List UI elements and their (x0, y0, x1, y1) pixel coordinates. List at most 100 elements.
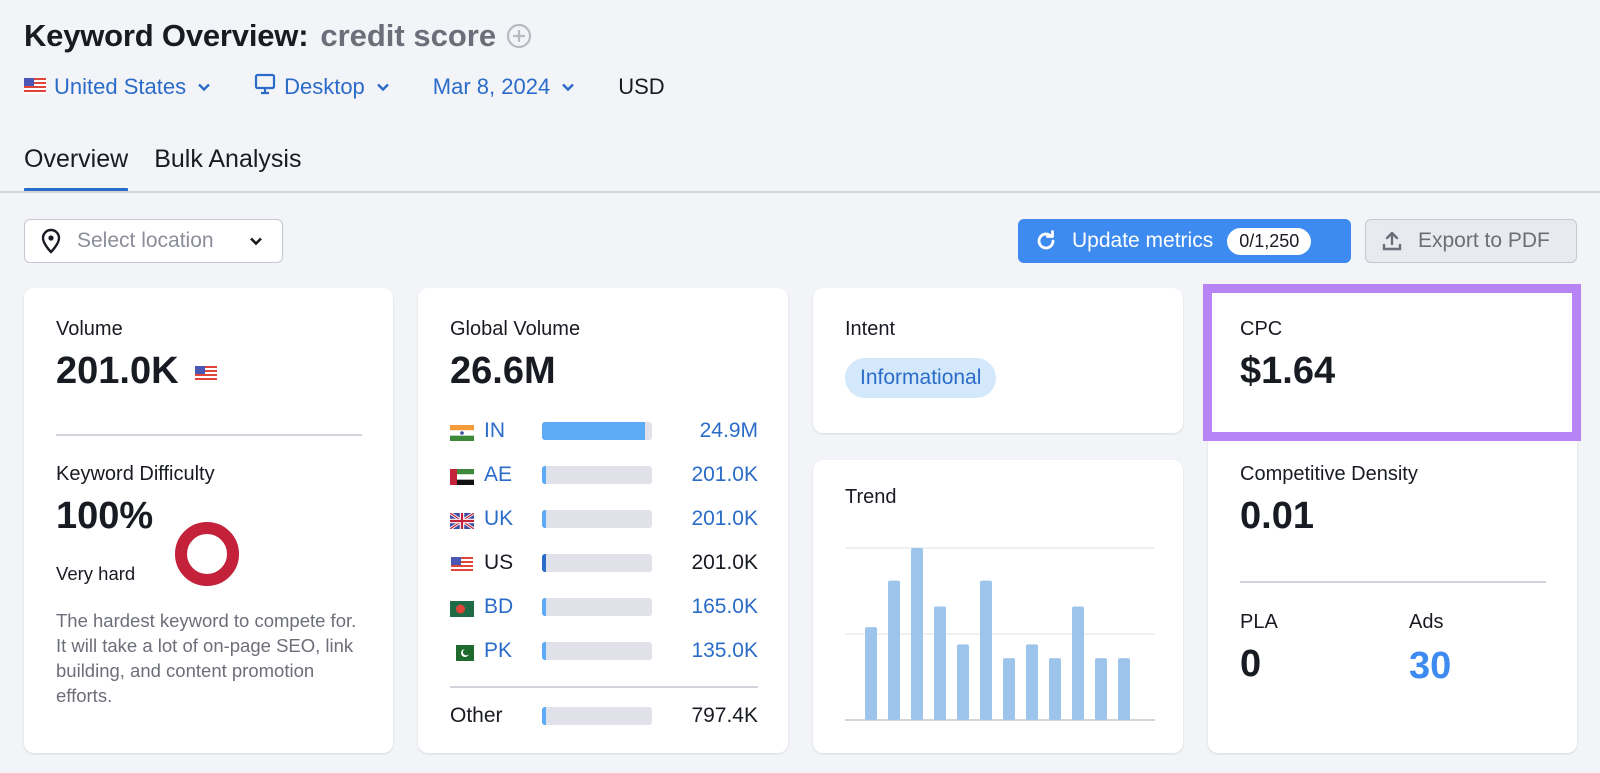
location-select[interactable]: Select location (24, 219, 283, 263)
trend-card: Trend (813, 460, 1183, 753)
country-share-bar-fill (542, 598, 547, 616)
country-row-other: Other 797.4K (450, 701, 758, 731)
country-volume[interactable]: 165.0K (691, 595, 758, 619)
chevron-down-icon (250, 237, 262, 246)
chevron-down-icon (198, 83, 210, 92)
country-share-bar-fill (542, 466, 547, 484)
country-code[interactable]: PK (484, 639, 542, 663)
trend-bar[interactable] (865, 627, 877, 720)
trend-bar[interactable] (1003, 658, 1015, 720)
country-label: United States (54, 74, 187, 99)
location-pin-icon (41, 228, 61, 254)
kd-level: Very hard (56, 563, 136, 584)
tab-overview[interactable]: Overview (24, 140, 129, 192)
kd-label: Keyword Difficulty (56, 463, 215, 485)
kd-donut-chart (175, 522, 239, 586)
trend-chart (845, 547, 1155, 721)
country-volume: 201.0K (691, 551, 758, 574)
country-code[interactable]: UK (484, 507, 542, 531)
chevron-down-icon (376, 83, 389, 92)
tabs-divider (0, 191, 1600, 193)
country-share-bar (542, 598, 652, 616)
trend-bar[interactable] (1095, 658, 1107, 720)
us-flag-icon (24, 74, 46, 100)
country-row-us: US 201.0K (450, 548, 758, 578)
trend-bar[interactable] (1118, 658, 1130, 720)
divider (56, 434, 362, 436)
trend-bar[interactable] (1072, 606, 1084, 720)
pakistan-flag-icon (450, 643, 474, 661)
update-metrics-button[interactable]: Update metrics 0/1,250 (1018, 219, 1351, 263)
ads-label: Ads (1409, 611, 1444, 633)
competitive-density-value: 0.01 (1240, 495, 1314, 537)
pla-label: PLA (1240, 611, 1278, 633)
refresh-icon (1037, 230, 1055, 250)
tab-bulk-analysis[interactable]: Bulk Analysis (154, 140, 301, 192)
volume-card: Volume 201.0K Keyword Difficulty 100% Ve… (24, 288, 393, 753)
page-header: Keyword Overview: credit score (24, 16, 532, 56)
country-row-ae[interactable]: AE 201.0K (450, 460, 758, 490)
country-volume[interactable]: 135.0K (691, 639, 758, 663)
desktop-icon (254, 73, 276, 101)
country-code[interactable]: IN (484, 419, 542, 443)
page-title: Keyword Overview: (24, 18, 309, 53)
currency-label: USD (618, 74, 665, 99)
country-volume[interactable]: 201.0K (691, 507, 758, 531)
trend-bar[interactable] (911, 548, 923, 720)
intent-card: Intent Informational (813, 288, 1183, 433)
country-share-bar-fill (542, 642, 547, 660)
update-counter-badge: 0/1,250 (1227, 227, 1312, 255)
trend-bar[interactable] (980, 580, 992, 720)
uk-flag-icon (449, 511, 475, 531)
country-share-bar-fill (542, 554, 547, 572)
date-dropdown[interactable]: Mar 8, 2024 (433, 74, 576, 100)
country-row-bd[interactable]: BD 165.0K (450, 592, 758, 622)
global-volume-card: Global Volume 26.6M IN 24.9M AE 201.0K UK 201… (418, 288, 788, 753)
india-flag-icon (450, 423, 474, 441)
other-bar-fill (542, 707, 547, 725)
country-volume[interactable]: 201.0K (691, 463, 758, 487)
country-code[interactable]: AE (484, 463, 542, 487)
date-label: Mar 8, 2024 (432, 74, 551, 99)
kd-donut-arc (175, 522, 239, 586)
competitive-density-label: Competitive Density (1240, 463, 1418, 485)
update-metrics-label: Update metrics (1072, 229, 1214, 252)
plus-circle-icon[interactable] (506, 23, 532, 49)
cpc-value: $1.64 (1240, 350, 1336, 392)
country-dropdown[interactable]: United States (24, 74, 212, 100)
trend-bar[interactable] (957, 644, 969, 720)
global-volume-value: 26.6M (450, 350, 556, 392)
country-code[interactable]: BD (484, 595, 542, 619)
country-share-bar (542, 642, 652, 660)
ads-value[interactable]: 30 (1409, 645, 1451, 688)
country-share-bar (542, 466, 652, 484)
trend-bar[interactable] (888, 580, 900, 720)
device-label: Desktop (284, 74, 365, 99)
trend-bar[interactable] (934, 606, 946, 720)
trend-bar[interactable] (1026, 644, 1038, 720)
bangladesh-flag-icon (450, 599, 474, 617)
other-value: 797.4K (691, 704, 758, 727)
us-flag-icon (450, 555, 474, 573)
country-row-in[interactable]: IN 24.9M (450, 416, 758, 446)
us-flag-icon (195, 366, 217, 387)
volume-label: Volume (56, 318, 123, 340)
country-code: US (484, 551, 514, 574)
trend-bar[interactable] (1049, 658, 1061, 720)
country-share-bar-fill (542, 422, 645, 440)
location-placeholder: Select location (77, 229, 214, 252)
country-share-bar-fill (542, 510, 547, 528)
intent-badge: Informational (845, 358, 997, 398)
device-dropdown[interactable]: Desktop (254, 73, 391, 101)
country-row-pk[interactable]: PK 135.0K (450, 636, 758, 666)
keyword-title: credit score (320, 18, 497, 53)
chevron-down-icon (562, 83, 575, 92)
export-pdf-button[interactable]: Export to PDF (1365, 219, 1577, 263)
intent-label: Intent (845, 318, 896, 340)
country-volume[interactable]: 24.9M (700, 419, 758, 443)
global-volume-label: Global Volume (450, 318, 581, 340)
cpc-card: CPC $1.64 Competitive Density 0.01 PLA 0… (1208, 288, 1577, 753)
divider (450, 686, 758, 688)
trend-label: Trend (845, 486, 897, 508)
country-row-uk[interactable]: UK 201.0K (449, 504, 758, 534)
